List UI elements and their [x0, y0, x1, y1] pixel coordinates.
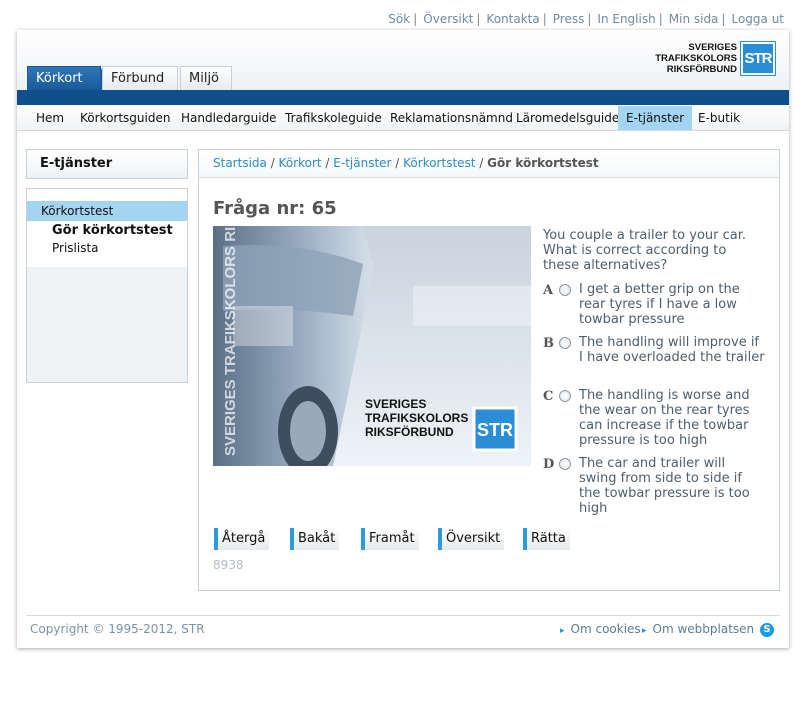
toplink-oversikt[interactable]: Översikt: [423, 12, 473, 26]
option-text: The handling is worse and the wear on th…: [579, 388, 750, 448]
option-text: The handling will improve if I have over…: [579, 335, 765, 365]
logo-line-3: RIKSFÖRBUND: [666, 64, 737, 75]
question-image: SVERIGES TRAFIKSKOLORS RIKSFÖRBUND SVERI…: [213, 226, 531, 466]
footer-link-om-webbplatsen[interactable]: Om webbplatsen: [642, 622, 755, 636]
car-illustration: SVERIGES TRAFIKSKOLORS RIKSFÖRBUND SVERI…: [213, 226, 531, 466]
option-text: I get a better grip on the rear tyres if…: [579, 282, 740, 327]
footer-divider: [26, 615, 780, 616]
image-logo-line-2: TRAFIKSKOLORS: [365, 411, 468, 425]
option-radio-d[interactable]: [559, 458, 571, 470]
main-nav: Hem Körkortsguiden Handledarguide Trafik…: [17, 105, 789, 131]
image-logo-mark: STR: [477, 420, 513, 440]
footer-link-cookies[interactable]: Om cookies: [560, 622, 641, 636]
question-title: Fråga nr: 65: [213, 198, 337, 219]
crumb-korkort[interactable]: Körkort: [279, 156, 322, 170]
str-logo[interactable]: SVERIGES TRAFIKSKOLORS RIKSFÖRBUND STR: [655, 41, 776, 76]
tab-forbund[interactable]: Förbund: [102, 66, 178, 90]
nav-handledarguide[interactable]: Handledarguide: [173, 106, 285, 130]
sidebar-sub-prislista[interactable]: Prislista: [52, 241, 99, 255]
back-to-start-button[interactable]: Återgå: [214, 528, 270, 550]
sidebar-title: E-tjänster: [26, 149, 188, 179]
nav-trafikskoleguide[interactable]: Trafikskoleguide: [277, 106, 390, 130]
toplink-logga-ut[interactable]: Logga ut: [731, 12, 784, 26]
question-code: 8938: [213, 558, 244, 572]
option-radio-b[interactable]: [559, 337, 571, 349]
sidebar-item-korkortstest[interactable]: Körkortstest: [27, 201, 187, 221]
copyright: Copyright © 1995-2012, STR: [30, 622, 205, 636]
header: Körkort Förbund Miljö SVERIGES TRAFIKSKO…: [17, 30, 789, 91]
option-letter: A: [543, 283, 554, 298]
image-logo-line-3: RIKSFÖRBUND: [365, 424, 454, 439]
crumb-korkortstest[interactable]: Körkortstest: [403, 156, 475, 170]
crumb-current: Gör körkortstest: [487, 156, 599, 170]
toplink-kontakta[interactable]: Kontakta: [486, 12, 539, 26]
toplink-press[interactable]: Press: [553, 12, 585, 26]
header-bar: [17, 90, 789, 105]
nav-hem[interactable]: Hem: [28, 106, 72, 130]
logo-line-2: TRAFIKSKOLORS: [655, 53, 737, 64]
top-links: Sök | Översikt | Kontakta | Press | In English | M…: [388, 12, 784, 26]
option-text: The car and trailer will swing from side…: [579, 456, 750, 516]
correct-button[interactable]: Rätta: [523, 528, 570, 550]
option-letter: B: [543, 336, 554, 351]
breadcrumb: Startsida / Körkort / E-tjänster / Körko…: [199, 150, 779, 178]
overview-button[interactable]: Översikt: [438, 528, 505, 550]
tab-miljo[interactable]: Miljö: [180, 66, 232, 90]
image-watermark: SVERIGES TRAFIKSKOLORS RIKSFÖRBUND: [222, 226, 239, 456]
image-logo-line-1: SVERIGES: [365, 397, 426, 411]
crumb-e-tjanster[interactable]: E-tjänster: [333, 156, 391, 170]
toplink-min-sida[interactable]: Min sida: [669, 12, 719, 26]
sidebar: Körkortstest Gör körkortstest Prislista: [26, 188, 188, 383]
logo-line-1: SVERIGES: [688, 42, 737, 53]
nav-korkortsguiden[interactable]: Körkortsguiden: [72, 106, 178, 130]
sidebar-sub-gor-korkortstest[interactable]: Gör körkortstest: [52, 223, 173, 238]
sidebar-menu: Körkortstest Gör körkortstest Prislista: [27, 189, 187, 267]
nav-e-tjanster[interactable]: E-tjänster: [618, 106, 693, 130]
option-letter: D: [543, 457, 555, 472]
option-letter: C: [543, 389, 554, 404]
question-text: You couple a trailer to your car. What i…: [543, 228, 747, 273]
nav-e-butik[interactable]: E-butik: [690, 106, 748, 130]
toplink-in-english[interactable]: In English: [597, 12, 655, 26]
main-content: Startsida / Körkort / E-tjänster / Körko…: [198, 149, 780, 591]
crumb-startsida[interactable]: Startsida: [213, 156, 267, 170]
previous-button[interactable]: Bakåt: [290, 528, 340, 550]
nav-laromedelsguide[interactable]: Läromedelsguide: [508, 106, 627, 130]
logo-mark: STR: [740, 41, 776, 76]
page-frame: Körkort Förbund Miljö SVERIGES TRAFIKSKO…: [17, 30, 789, 648]
option-radio-c[interactable]: [559, 390, 571, 402]
option-radio-a[interactable]: [559, 284, 571, 296]
toplink-sok[interactable]: Sök: [388, 12, 410, 26]
next-button[interactable]: Framåt: [361, 528, 419, 550]
nav-reklamationsnamnd[interactable]: Reklamationsnämnd: [382, 106, 521, 130]
tab-korkort[interactable]: Körkort: [27, 66, 113, 91]
skype-icon[interactable]: S: [760, 623, 774, 637]
